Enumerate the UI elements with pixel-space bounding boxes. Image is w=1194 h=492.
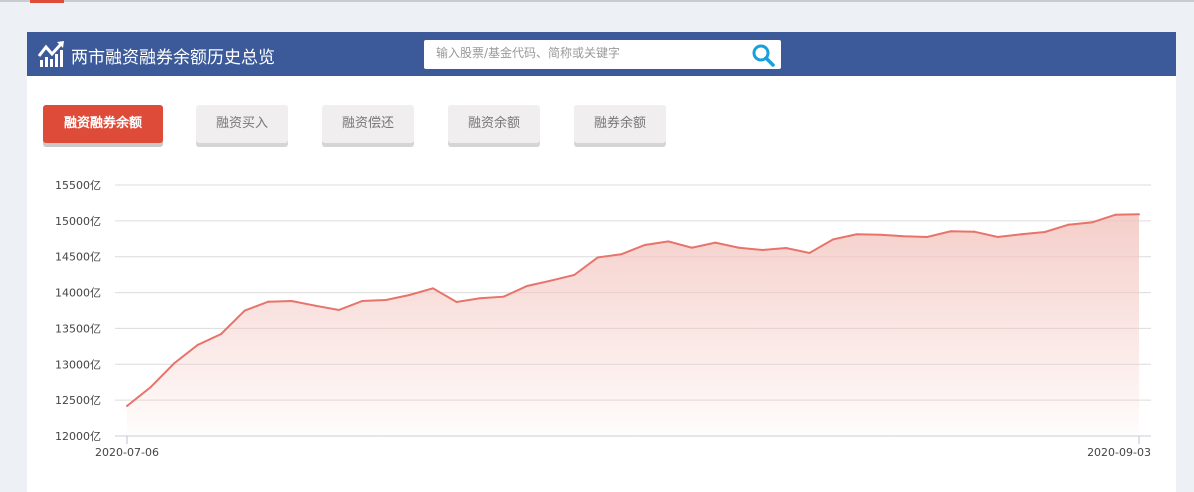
data-point[interactable]: [408, 294, 411, 297]
y-tick-label: 13500亿: [55, 322, 101, 335]
data-point[interactable]: [526, 284, 529, 287]
data-point[interactable]: [714, 241, 717, 244]
data-point[interactable]: [1043, 230, 1046, 233]
data-point[interactable]: [549, 279, 552, 282]
data-point[interactable]: [479, 297, 482, 300]
data-point[interactable]: [784, 246, 787, 249]
data-point[interactable]: [690, 246, 693, 249]
data-point[interactable]: [290, 300, 293, 303]
data-point[interactable]: [832, 238, 835, 241]
data-point[interactable]: [431, 287, 434, 290]
y-tick-label: 12500亿: [55, 394, 101, 407]
data-point[interactable]: [384, 299, 387, 302]
y-tick-label: 14000亿: [55, 287, 101, 300]
data-point[interactable]: [596, 256, 599, 259]
data-point[interactable]: [196, 343, 199, 346]
margin-balance-chart: 12000亿 12500亿 13000亿 13500亿 14000亿 14500亿 1500…: [55, 179, 1151, 459]
data-point[interactable]: [973, 230, 976, 233]
data-point[interactable]: [643, 244, 646, 247]
y-tick-label: 14500亿: [55, 251, 101, 264]
y-tick-label: 12000亿: [55, 430, 101, 443]
data-point[interactable]: [1114, 213, 1117, 216]
x-tick-label: 2020-09-03: [1087, 446, 1151, 459]
area-fill: [127, 214, 1139, 436]
data-point[interactable]: [173, 362, 176, 365]
data-point[interactable]: [243, 309, 246, 312]
data-point[interactable]: [620, 253, 623, 256]
data-point[interactable]: [1020, 233, 1023, 236]
y-tick-label: 15000亿: [55, 215, 101, 228]
data-point[interactable]: [126, 405, 128, 408]
data-point[interactable]: [1138, 213, 1140, 216]
data-point[interactable]: [337, 308, 340, 311]
data-point[interactable]: [855, 233, 858, 236]
data-point[interactable]: [220, 333, 223, 336]
data-point[interactable]: [902, 235, 905, 238]
data-point[interactable]: [455, 301, 458, 304]
y-tick-label: 13000亿: [55, 358, 101, 371]
data-point[interactable]: [267, 300, 270, 303]
data-point[interactable]: [1090, 221, 1093, 224]
data-point[interactable]: [667, 240, 670, 243]
data-point[interactable]: [573, 274, 576, 277]
data-point[interactable]: [314, 304, 317, 307]
x-tick-label: 2020-07-06: [95, 446, 159, 459]
y-tick-label: 15500亿: [55, 179, 101, 192]
data-point[interactable]: [149, 386, 152, 389]
data-point[interactable]: [737, 246, 740, 249]
data-point[interactable]: [879, 233, 882, 236]
data-point[interactable]: [926, 235, 929, 238]
data-point[interactable]: [361, 300, 364, 303]
data-point[interactable]: [1067, 223, 1070, 226]
data-point[interactable]: [949, 230, 952, 233]
data-point[interactable]: [808, 251, 811, 254]
data-point[interactable]: [502, 295, 505, 298]
data-point[interactable]: [761, 248, 764, 251]
data-point[interactable]: [996, 235, 999, 238]
